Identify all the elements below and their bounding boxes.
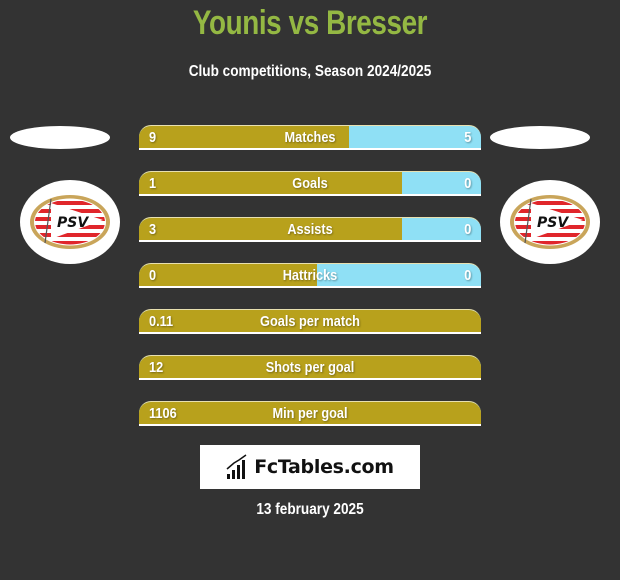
left-player-placeholder (10, 126, 110, 149)
stat-row-matches: 9 Matches 5 (139, 125, 481, 150)
stat-row-goals-per-match: 0.11 Goals per match (139, 309, 481, 334)
stat-label: Matches (284, 128, 336, 146)
left-value: 12 (149, 358, 164, 376)
report-date: 13 february 2025 (256, 501, 364, 518)
page-subtitle: Club competitions, Season 2024/2025 (188, 63, 432, 80)
page-title: Younis vs Bresser (192, 4, 428, 42)
left-value: 9 (149, 128, 157, 146)
right-player-placeholder (490, 126, 590, 149)
left-club-badge[interactable]: PSV (20, 180, 120, 264)
stat-label: Goals (292, 174, 328, 192)
right-club-badge[interactable]: PSV (500, 180, 600, 264)
right-value: 0 (463, 220, 471, 238)
svg-text:PSV: PSV (57, 215, 89, 231)
stat-label: Goals per match (260, 312, 360, 330)
bar-chart-logo-icon (226, 454, 247, 479)
right-value: 0 (463, 174, 471, 192)
brand-name: FcTables.com (254, 456, 394, 478)
stat-row-assists: 3 Assists 0 (139, 217, 481, 242)
stat-label: Hattricks (282, 266, 338, 284)
left-value: 3 (149, 220, 157, 238)
stat-label: Shots per goal (265, 358, 355, 376)
left-value: 0 (149, 266, 157, 284)
stat-label: Min per goal (272, 404, 348, 422)
fctables-brand-link[interactable]: FcTables.com (200, 445, 420, 489)
stat-row-shots-per-goal: 12 Shots per goal (139, 355, 481, 380)
right-value: 0 (463, 266, 471, 284)
psv-logo-icon: PSV (510, 195, 590, 249)
psv-logo-icon: PSV (30, 195, 110, 249)
left-value: 1 (149, 174, 157, 192)
svg-text:PSV: PSV (537, 215, 569, 231)
stat-row-goals: 1 Goals 0 (139, 171, 481, 196)
stat-row-hattricks: 0 Hattricks 0 (139, 263, 481, 288)
right-value: 5 (463, 128, 471, 146)
stat-label: Assists (287, 220, 333, 238)
stat-row-min-per-goal: 1106 Min per goal (139, 401, 481, 426)
